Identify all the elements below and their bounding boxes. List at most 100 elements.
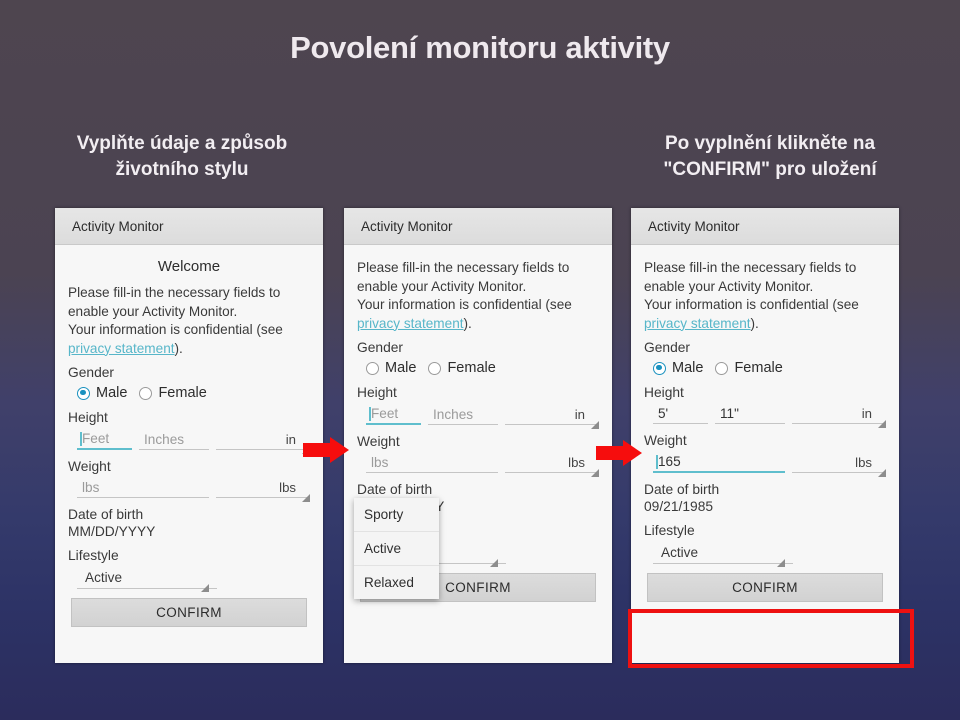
weight-unit-select[interactable]: lbs [216,480,310,502]
chevron-down-icon [490,559,498,567]
intro-tail: ). [750,315,759,331]
intro-line-1: Please fill-in the necessary fields to [68,285,281,300]
radio-female-icon[interactable] [428,361,442,375]
radio-male-icon[interactable] [77,386,90,400]
height-unit-select[interactable]: in [505,407,599,429]
weight-label: Weight [68,459,111,474]
height-unit-label: in [574,407,585,422]
intro-line-2: enable your Activity Monitor. [68,303,238,319]
intro-text: Please fill-in the necessary fields to e… [68,284,310,358]
chevron-down-icon [302,494,310,502]
chevron-down-icon [878,469,886,477]
arrow-shaft [303,443,330,457]
arrow-head [623,440,642,466]
radio-male-icon[interactable] [366,361,379,375]
intro-tail: ). [174,340,183,356]
height-unit-label: in [861,406,872,421]
radio-male-label[interactable]: Male [385,360,416,376]
intro-line-3: Your information is confidential (see [68,322,283,337]
radio-male-label[interactable]: Male [672,360,703,376]
privacy-statement-link[interactable]: privacy statement [357,316,464,331]
panel-3-header: Activity Monitor [631,208,899,245]
height-unit-select[interactable]: in [792,406,886,428]
height-label: Height [357,385,397,400]
panel-2-header: Activity Monitor [344,208,612,245]
feet-input[interactable]: Feet [366,405,421,425]
weight-unit-label: lbs [279,480,296,495]
lifestyle-label: Lifestyle [644,523,695,538]
subtitle-left: Vyplňte údaje a způsob životního stylu [76,133,288,180]
dob-label: Date of birth [68,507,144,522]
weight-unit-label: lbs [568,455,585,470]
privacy-statement-link[interactable]: privacy statement [644,316,751,331]
confirm-button[interactable]: CONFIRM [71,598,307,627]
dropdown-option-sporty[interactable]: Sporty [354,498,439,532]
radio-female-label[interactable]: Female [734,360,782,376]
privacy-statement-link[interactable]: privacy statement [68,341,175,356]
lifestyle-select-row: Active [644,543,793,567]
panel-1-header: Activity Monitor [55,208,323,245]
lifestyle-select[interactable]: Active [653,543,793,567]
gender-radio-group: Male Female [68,385,310,401]
subtitle-right: Po vyplnění klikněte na "CONFIRM" pro ul… [663,133,877,180]
radio-male-label[interactable]: Male [96,385,127,401]
dob-label: Date of birth [644,482,720,497]
lifestyle-select[interactable]: Active [77,568,217,592]
arrow-head [330,437,349,463]
lifestyle-select-row: Active [68,568,217,592]
weight-input-row: lbs lbs [68,479,310,502]
height-input-row: 5' 11" in [644,405,886,428]
height-input-row: Feet Inches in [357,405,599,429]
inches-input[interactable]: Inches [139,431,209,450]
app-title: Activity Monitor [361,218,453,234]
confirm-button[interactable]: CONFIRM [647,573,883,602]
gender-radio-group: Male Female [644,360,886,376]
intro-tail: ). [463,315,472,331]
radio-female-icon[interactable] [715,361,729,375]
gender-label: Gender [68,365,115,380]
panel-1-body: Welcome Please fill-in the necessary fie… [55,245,323,663]
weight-input[interactable]: 165 [653,453,785,473]
feet-input[interactable]: Feet [77,430,132,450]
dropdown-option-relaxed[interactable]: Relaxed [354,566,439,599]
weight-label: Weight [644,433,687,448]
radio-female-label[interactable]: Female [447,360,495,376]
chevron-down-icon [878,420,886,428]
gender-label: Gender [644,340,691,355]
height-unit-select[interactable]: in [216,432,310,454]
radio-female-label[interactable]: Female [158,385,206,401]
weight-unit-label: lbs [855,455,872,470]
height-unit-label: in [285,432,296,447]
panel-3-body: Please fill-in the necessary fields to e… [631,245,899,663]
app-title: Activity Monitor [72,218,164,234]
weight-unit-select[interactable]: lbs [792,455,886,477]
app-title: Activity Monitor [648,218,740,234]
chevron-down-icon [591,469,599,477]
phone-panel-3: Activity Monitor Please fill-in the nece… [631,208,899,663]
panel-2-body: Please fill-in the necessary fields to e… [344,245,612,663]
arrow-shaft [596,446,623,460]
intro-line-3: Your information is confidential (see [357,297,572,312]
gender-label: Gender [357,340,404,355]
feet-input[interactable]: 5' [653,405,708,424]
lifestyle-value: Active [85,570,123,585]
phone-panel-1: Activity Monitor Welcome Please fill-in … [55,208,323,663]
height-input-row: Feet Inches in [68,430,310,454]
intro-text: Please fill-in the necessary fields to e… [644,259,886,333]
dropdown-option-active[interactable]: Active [354,532,439,566]
weight-input[interactable]: lbs [77,479,209,498]
radio-male-icon[interactable] [653,361,666,375]
lifestyle-label: Lifestyle [68,548,119,563]
inches-input[interactable]: 11" [715,405,785,424]
intro-line-3: Your information is confidential (see [644,297,859,312]
dob-value[interactable]: 09/21/1985 [644,499,886,514]
weight-input[interactable]: lbs [366,454,498,473]
chevron-down-icon [777,559,785,567]
gender-radio-group: Male Female [357,360,599,376]
intro-line-2: enable your Activity Monitor. [357,278,527,294]
inches-input[interactable]: Inches [428,406,498,425]
radio-female-icon[interactable] [139,386,153,400]
weight-unit-select[interactable]: lbs [505,455,599,477]
dob-label: Date of birth [357,482,433,497]
dob-value[interactable]: MM/DD/YYYY [68,524,310,539]
